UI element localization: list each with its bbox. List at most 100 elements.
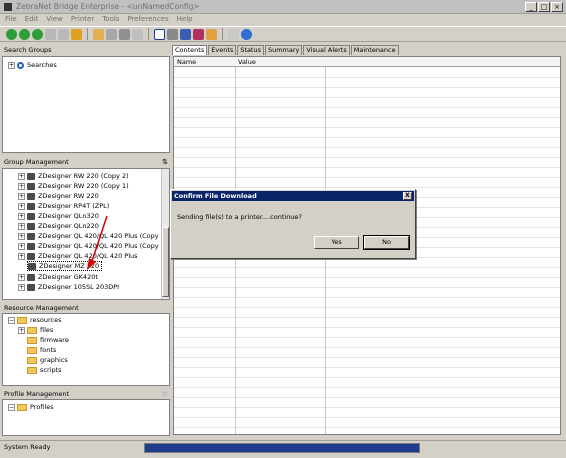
tree-item-fonts[interactable]: fonts [27,345,56,355]
tree-item-searches[interactable]: + Searches [8,60,57,70]
printer-view-icon[interactable] [154,28,165,40]
document-icon[interactable] [106,28,117,40]
collapse-toggle[interactable]: − [8,403,15,411]
filter-icon[interactable]: ▽ [162,389,167,399]
search-groups-title: Search Groups [4,46,52,54]
vertical-scrollbar[interactable] [161,169,169,299]
printer-item[interactable]: + ZDesigner RP4T (ZPL) [18,201,109,211]
progress-bar [144,443,420,453]
folder-icon [27,326,37,334]
tab-contents[interactable]: Contents [172,45,208,55]
back-icon[interactable] [6,28,17,40]
printer-item[interactable]: + ZDesigner 105SL 203DPI [18,282,119,292]
tree-item-graphics[interactable]: graphics [27,355,68,365]
tree-item-label: graphics [40,356,68,364]
expand-toggle[interactable]: + [18,172,25,180]
expand-toggle[interactable]: + [18,326,25,334]
sort-icon[interactable]: ⇅ [162,157,168,167]
scb-icon[interactable] [206,28,217,40]
toolbar-separator [222,28,223,40]
printer-item[interactable]: + ZDesigner RW 220 (Copy 2) [18,171,129,181]
page-icon[interactable] [45,28,56,40]
expand-toggle[interactable]: + [18,212,25,220]
tree-item-profiles[interactable]: − Profiles [8,402,54,412]
tree-item-label: files [40,326,54,334]
network-icon[interactable] [167,28,178,40]
tool-icon[interactable] [119,28,130,40]
folder-icon [17,403,27,411]
printer-icon [27,273,35,281]
maximize-button[interactable]: □ [538,2,550,12]
printer-item[interactable]: + ZDesigner RW 220 (Copy 1) [18,181,129,191]
printer-icon [27,232,35,240]
help-icon[interactable] [241,28,252,40]
expand-toggle[interactable]: + [18,273,25,281]
printer-label: ZDesigner RW 220 [38,192,99,200]
tree-item-label: scripts [40,366,62,374]
collapse-toggle[interactable]: − [8,316,15,324]
dialog-title-bar: Confirm File Download X [172,191,414,201]
forward-icon[interactable] [19,28,30,40]
print-icon[interactable] [132,28,143,40]
tree-item-firmware[interactable]: firmware [27,335,69,345]
expand-toggle[interactable]: + [18,242,25,250]
column-header-value[interactable]: Value [235,57,256,67]
color-icon[interactable] [193,28,204,40]
zoom-icon[interactable] [93,28,104,40]
printer-icon [27,192,35,200]
tab-events[interactable]: Events [208,45,237,55]
profile-management-header: Profile Management ▽ [2,389,170,399]
search-groups-header: Search Groups [2,45,170,55]
menu-help[interactable]: Help [177,15,193,25]
no-button[interactable]: No [363,235,410,250]
tab-status[interactable]: Status [237,45,264,55]
settings-icon[interactable] [71,28,82,40]
tree-item-scripts[interactable]: scripts [27,365,62,375]
expand-toggle[interactable]: + [18,232,25,240]
tree-item-label: Searches [27,61,57,69]
expand-toggle[interactable]: + [18,252,25,260]
menu-file[interactable]: File [5,15,17,25]
menu-printer[interactable]: Printer [71,15,94,25]
page2-icon[interactable] [58,28,69,40]
variable-icon[interactable] [180,28,191,40]
tree-item-label: fonts [40,346,57,354]
menu-preferences[interactable]: Preferences [127,15,168,25]
menu-bar: File Edit View Printer Tools Preferences… [0,15,566,25]
tab-bar: Contents Events Status Summary Visual Al… [172,45,400,55]
dialog-close-button[interactable]: X [403,192,412,200]
tree-item-label: Profiles [30,403,54,411]
folder-icon [17,316,27,324]
tab-visual-alerts[interactable]: Visual Alerts [303,45,350,55]
close-button[interactable]: × [551,2,563,12]
search-icon [17,61,24,69]
scrollbar-thumb[interactable] [162,227,169,297]
profile-management-panel: − Profiles [2,399,170,436]
expand-toggle[interactable]: + [18,222,25,230]
tree-item-files[interactable]: + files [18,325,53,335]
menu-tools[interactable]: Tools [102,15,119,25]
app-icon [4,2,12,11]
column-header-name[interactable]: Name [174,57,196,67]
group-management-header: Group Management ⇅ [2,157,170,167]
printer-item[interactable]: + ZDesigner QL 420/QL 420 Plus [18,251,138,261]
status-bar: System Ready [0,440,566,454]
minimize-button[interactable]: _ [525,2,537,12]
expand-toggle[interactable]: + [18,283,25,291]
tab-summary[interactable]: Summary [264,45,303,55]
menu-edit[interactable]: Edit [25,15,39,25]
yes-button[interactable]: Yes [314,236,359,249]
printer-item[interactable]: + ZDesigner RW 220 [18,191,99,201]
refresh-icon[interactable] [32,28,43,40]
expand-toggle[interactable]: + [18,182,25,190]
tree-item-resources[interactable]: − resources [8,315,62,325]
expand-toggle[interactable]: + [8,61,15,69]
expand-toggle[interactable]: + [18,192,25,200]
printer-label: ZDesigner RW 220 (Copy 1) [38,182,129,190]
tab-maintenance[interactable]: Maintenance [350,45,399,55]
menu-view[interactable]: View [46,15,63,25]
printer-icon [27,202,35,210]
export-icon[interactable] [228,28,239,40]
title-bar: ZebraNet Bridge Enterprise - <unNamedCon… [0,0,566,14]
expand-toggle[interactable]: + [18,202,25,210]
